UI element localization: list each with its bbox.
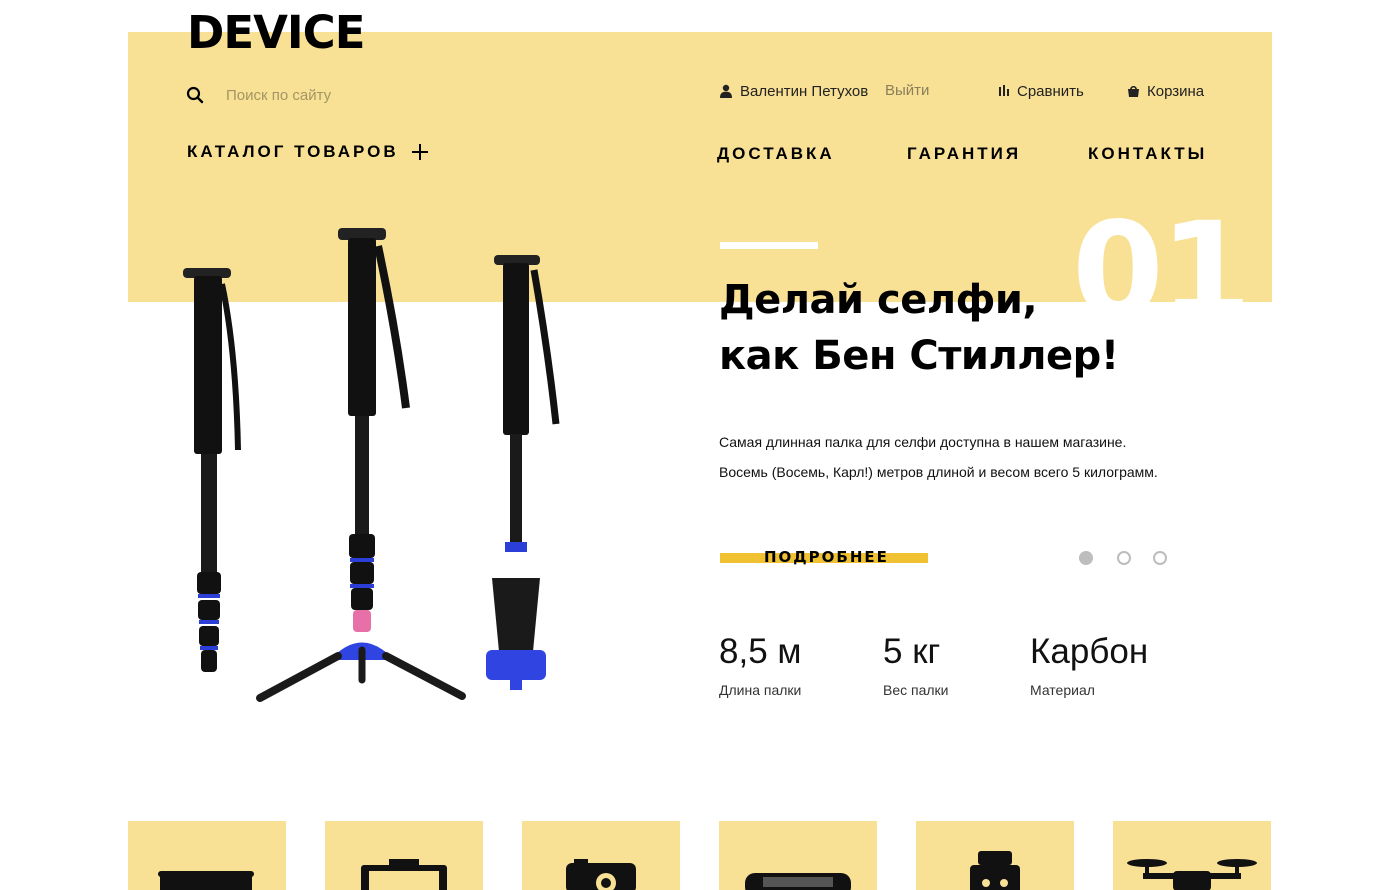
stat-length: 8,5 м Длина палки — [719, 630, 801, 698]
title-accent-line — [720, 242, 818, 249]
catalog-menu-button[interactable]: КАТАЛОГ ТОВАРОВ — [187, 142, 429, 162]
compare-label: Сравнить — [1017, 82, 1084, 100]
slide-description-line-1: Самая длинная палка для селфи доступна в… — [719, 434, 1127, 450]
more-button[interactable]: ПОДРОБНЕЕ — [764, 547, 889, 567]
search-input[interactable] — [222, 82, 430, 108]
stat-material-label: Материал — [1030, 682, 1095, 698]
robot-icon — [970, 851, 1020, 890]
category-tile-camera[interactable] — [522, 821, 680, 890]
stat-weight: 5 кг Вес палки — [883, 630, 949, 698]
site-logo[interactable]: DEVICE — [187, 8, 365, 58]
tablet-icon — [361, 859, 447, 890]
catalog-label: КАТАЛОГ ТОВАРОВ — [187, 142, 399, 161]
stat-material: Карбон Материал — [1030, 630, 1148, 698]
user-profile-link[interactable]: Валентин Петухов — [719, 80, 868, 102]
cart-label: Корзина — [1147, 82, 1205, 100]
compare-link[interactable]: Сравнить — [998, 80, 1084, 102]
nav-link-delivery[interactable]: ДОСТАВКА — [717, 144, 835, 164]
slide-description: Самая длинная палка для селфи доступна в… — [719, 427, 1239, 487]
category-tile-robot[interactable] — [916, 821, 1074, 890]
stat-weight-value: 5 кг — [883, 632, 941, 671]
cart-link[interactable]: Корзина — [1127, 80, 1204, 102]
compare-icon — [999, 85, 1009, 96]
slide-title-line-1: Делай селфи, — [719, 277, 1038, 323]
cart-icon — [1128, 85, 1139, 97]
selfie-stick-2 — [256, 228, 466, 702]
selfie-stick-1 — [183, 268, 241, 672]
stat-weight-label: Вес палки — [883, 682, 949, 698]
category-tile-vr[interactable] — [128, 821, 286, 890]
stat-length-value: 8,5 м — [719, 632, 802, 671]
logout-link[interactable]: Выйти — [885, 80, 929, 102]
user-name: Валентин Петухов — [740, 82, 869, 100]
user-icon — [720, 84, 732, 98]
slider-dot-3[interactable] — [1153, 551, 1167, 565]
category-tile-gamepad[interactable] — [719, 821, 877, 890]
gamepad-icon — [745, 873, 851, 890]
drone-icon — [1127, 859, 1257, 890]
slider-dot-1-active[interactable] — [1079, 551, 1093, 565]
selfie-stick-product-image — [183, 228, 560, 702]
slide-title: Делай селфи, как Бен Стиллер! — [719, 272, 1279, 384]
stat-length-label: Длина палки — [719, 682, 802, 698]
nav-link-guarantee[interactable]: ГАРАНТИЯ — [907, 144, 1021, 164]
slide-description-line-2: Восемь (Восемь, Карл!) метров длиной и в… — [719, 464, 1158, 480]
action-camera-icon — [566, 859, 636, 890]
selfie-stick-3 — [486, 255, 560, 690]
slider-dot-2[interactable] — [1117, 551, 1131, 565]
vr-headset-icon — [158, 871, 254, 890]
category-tile-tablet[interactable] — [325, 821, 483, 890]
plus-icon — [411, 144, 428, 160]
nav-link-contacts[interactable]: КОНТАКТЫ — [1088, 144, 1207, 164]
stat-material-value: Карбон — [1030, 632, 1149, 671]
slide-title-line-2: как Бен Стиллер! — [719, 333, 1119, 379]
category-tile-drone[interactable] — [1113, 821, 1271, 890]
search-icon[interactable] — [186, 86, 204, 104]
